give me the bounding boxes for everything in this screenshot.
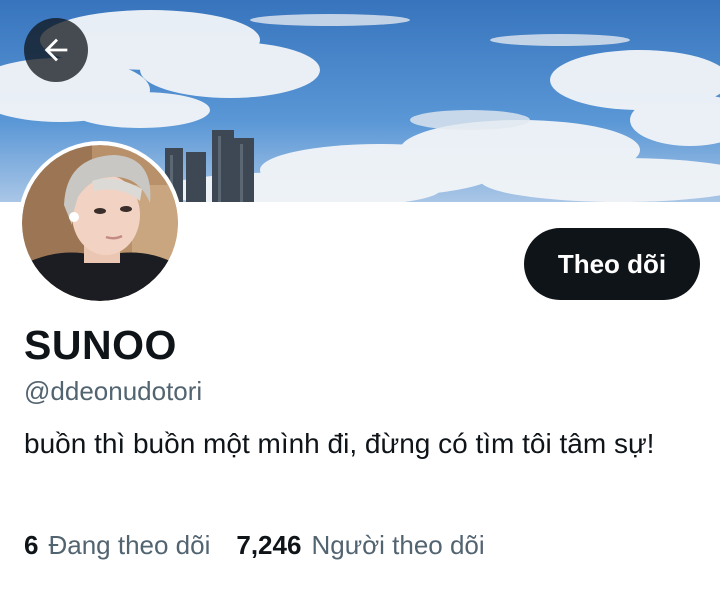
followers-count: 7,246 xyxy=(236,530,302,560)
followers-stat-link[interactable]: 7,246 Người theo dõi xyxy=(236,530,484,561)
profile-bio: buồn thì buồn một mình đi, đừng có tìm t… xyxy=(24,428,655,459)
display-name: SUNOO xyxy=(24,322,177,368)
avatar-image xyxy=(22,145,178,301)
following-label: Đang theo dõi xyxy=(48,530,211,560)
back-button[interactable] xyxy=(24,18,88,82)
followers-label: Người theo dõi xyxy=(311,530,485,560)
avatar[interactable] xyxy=(18,141,182,305)
following-count: 6 xyxy=(24,530,39,560)
following-stat-link[interactable]: 6 Đang theo dõi xyxy=(24,530,210,561)
follow-button[interactable]: Theo dõi xyxy=(524,228,700,300)
follow-stats: 6 Đang theo dõi 7,246 Người theo dõi xyxy=(24,530,511,561)
arrow-left-icon xyxy=(44,38,68,62)
user-handle: @ddeonudotori xyxy=(24,376,203,406)
